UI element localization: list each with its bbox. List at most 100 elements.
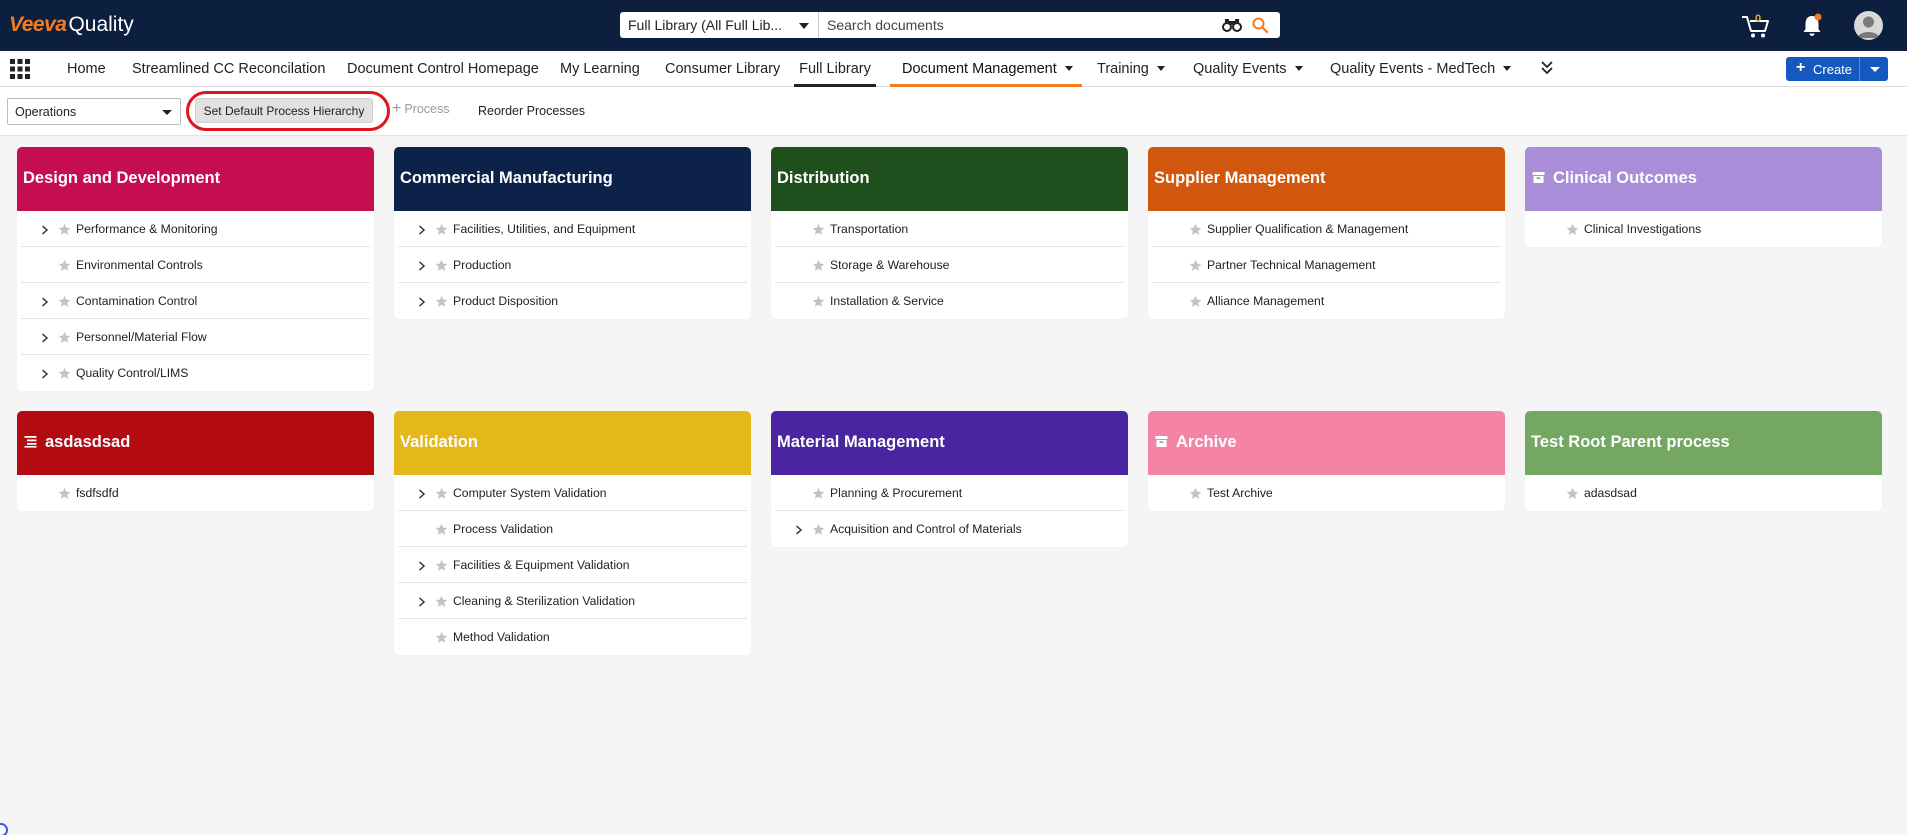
process-item-contamination-control[interactable]: Contamination Control — [21, 283, 370, 319]
set-default-process-hierarchy-button[interactable]: Set Default Process Hierarchy — [195, 98, 373, 123]
more-tabs-double-chevron-icon[interactable] — [1540, 60, 1554, 76]
chevron-right-icon[interactable] — [41, 224, 49, 235]
nav-tab-my-learning[interactable]: My Learning — [560, 51, 640, 87]
nav-tab-quality-events-medtech[interactable]: Quality Events - MedTech — [1330, 51, 1512, 87]
star-favorite-icon[interactable] — [812, 223, 825, 236]
process-card-header[interactable]: Commercial Manufacturing — [394, 147, 751, 211]
process-item-clinical-investigations[interactable]: Clinical Investigations — [1529, 211, 1878, 247]
star-favorite-icon[interactable] — [435, 559, 448, 572]
process-card-header[interactable]: Material Management — [771, 411, 1128, 475]
nav-tab-label: Consumer Library — [665, 61, 781, 77]
process-item-performance-monitoring[interactable]: Performance & Monitoring — [21, 211, 370, 247]
veeva-quality-logo[interactable]: VeevaQuality — [9, 13, 134, 37]
add-process-button[interactable]: + Process — [392, 101, 450, 117]
process-item-fsdfsdfd[interactable]: fsdfsdfd — [21, 475, 370, 511]
star-favorite-icon[interactable] — [1189, 487, 1202, 500]
process-item-cleaning-sterilization-validation[interactable]: Cleaning & Sterilization Validation — [398, 583, 747, 619]
process-item-production[interactable]: Production — [398, 247, 747, 283]
nav-tab-label: Full Library — [799, 61, 871, 77]
nav-tab-training[interactable]: Training — [1097, 51, 1165, 87]
process-card-header[interactable]: Distribution — [771, 147, 1128, 211]
process-item-acquisition-and-control-of-materials[interactable]: Acquisition and Control of Materials — [775, 511, 1124, 547]
process-card-header[interactable]: Test Root Parent process — [1525, 411, 1882, 475]
library-scope-select[interactable]: Full Library (All Full Lib... — [620, 12, 819, 38]
process-item-process-validation[interactable]: Process Validation — [398, 511, 747, 547]
chevron-right-icon[interactable] — [41, 368, 49, 379]
process-item-planning-procurement[interactable]: Planning & Procurement — [775, 475, 1124, 511]
nav-tab-document-control-homepage[interactable]: Document Control Homepage — [347, 51, 539, 87]
star-favorite-icon[interactable] — [435, 487, 448, 500]
search-input[interactable] — [827, 16, 1207, 34]
chevron-right-icon[interactable] — [41, 332, 49, 343]
reorder-processes-button[interactable]: Reorder Processes — [478, 104, 585, 118]
star-favorite-icon[interactable] — [435, 295, 448, 308]
app-launcher-grid-icon[interactable] — [9, 58, 31, 80]
star-favorite-icon[interactable] — [1189, 295, 1202, 308]
process-item-partner-technical-management[interactable]: Partner Technical Management — [1152, 247, 1501, 283]
star-favorite-icon[interactable] — [58, 487, 71, 500]
process-item-adasdsad[interactable]: adasdsad — [1529, 475, 1878, 511]
process-item-facilities-equipment-validation[interactable]: Facilities & Equipment Validation — [398, 547, 747, 583]
chevron-down-icon[interactable] — [1870, 67, 1880, 72]
chevron-right-icon[interactable] — [418, 296, 426, 307]
star-favorite-icon[interactable] — [435, 223, 448, 236]
process-card-header[interactable]: Archive — [1148, 411, 1505, 475]
chevron-right-icon[interactable] — [41, 296, 49, 307]
nav-tab-streamlined-cc-reconcilation[interactable]: Streamlined CC Reconcilation — [132, 51, 325, 87]
process-item-method-validation[interactable]: Method Validation — [398, 619, 747, 655]
star-favorite-icon[interactable] — [435, 631, 448, 644]
chevron-right-icon[interactable] — [418, 224, 426, 235]
chevron-right-icon[interactable] — [418, 260, 426, 271]
chevron-right-icon[interactable] — [418, 488, 426, 499]
star-favorite-icon[interactable] — [1566, 487, 1579, 500]
star-favorite-icon[interactable] — [58, 259, 71, 272]
star-favorite-icon[interactable] — [812, 523, 825, 536]
process-item-storage-warehouse[interactable]: Storage & Warehouse — [775, 247, 1124, 283]
process-card-title: Material Management — [777, 433, 945, 451]
process-card-header[interactable]: asdasdsad — [17, 411, 374, 475]
process-item-facilities-utilities-and-equipment[interactable]: Facilities, Utilities, and Equipment — [398, 211, 747, 247]
star-favorite-icon[interactable] — [58, 331, 71, 344]
process-item-computer-system-validation[interactable]: Computer System Validation — [398, 475, 747, 511]
process-item-test-archive[interactable]: Test Archive — [1152, 475, 1501, 511]
star-favorite-icon[interactable] — [435, 595, 448, 608]
process-item-alliance-management[interactable]: Alliance Management — [1152, 283, 1501, 319]
process-card-header[interactable]: Validation — [394, 411, 751, 475]
star-favorite-icon[interactable] — [58, 367, 71, 380]
create-button[interactable]: + Create — [1786, 57, 1888, 81]
nav-tab-consumer-library[interactable]: Consumer Library — [665, 51, 780, 87]
star-favorite-icon[interactable] — [812, 295, 825, 308]
chevron-right-icon[interactable] — [795, 524, 803, 535]
process-card-header[interactable]: Supplier Management — [1148, 147, 1505, 211]
notification-bell-icon[interactable] — [1801, 12, 1823, 38]
process-item-installation-service[interactable]: Installation & Service — [775, 283, 1124, 319]
star-favorite-icon[interactable] — [1189, 223, 1202, 236]
process-item-product-disposition[interactable]: Product Disposition — [398, 283, 747, 319]
search-icon[interactable] — [1251, 16, 1269, 34]
star-favorite-icon[interactable] — [435, 259, 448, 272]
process-item-supplier-qualification-management[interactable]: Supplier Qualification & Management — [1152, 211, 1501, 247]
process-item-environmental-controls[interactable]: Environmental Controls — [21, 247, 370, 283]
star-favorite-icon[interactable] — [812, 487, 825, 500]
nav-tab-document-management[interactable]: Document Management — [890, 51, 1082, 87]
process-hierarchy-select[interactable]: Operations — [7, 98, 181, 125]
star-favorite-icon[interactable] — [1189, 259, 1202, 272]
binoculars-icon[interactable] — [1222, 18, 1242, 32]
user-avatar[interactable] — [1854, 11, 1883, 40]
process-card-header[interactable]: Clinical Outcomes — [1525, 147, 1882, 211]
star-favorite-icon[interactable] — [1566, 223, 1579, 236]
nav-tab-quality-events[interactable]: Quality Events — [1193, 51, 1303, 87]
process-card-header[interactable]: Design and Development — [17, 147, 374, 211]
process-item-transportation[interactable]: Transportation — [775, 211, 1124, 247]
process-card-body: Test Archive — [1148, 475, 1505, 511]
chevron-right-icon[interactable] — [418, 596, 426, 607]
star-favorite-icon[interactable] — [435, 523, 448, 536]
star-favorite-icon[interactable] — [58, 295, 71, 308]
nav-tab-home[interactable]: Home — [67, 51, 106, 87]
process-item-quality-control-lims[interactable]: Quality Control/LIMS — [21, 355, 370, 391]
star-favorite-icon[interactable] — [58, 223, 71, 236]
chevron-right-icon[interactable] — [418, 560, 426, 571]
nav-tab-full-library[interactable]: Full Library — [794, 51, 876, 87]
star-favorite-icon[interactable] — [812, 259, 825, 272]
process-item-personnel-material-flow[interactable]: Personnel/Material Flow — [21, 319, 370, 355]
